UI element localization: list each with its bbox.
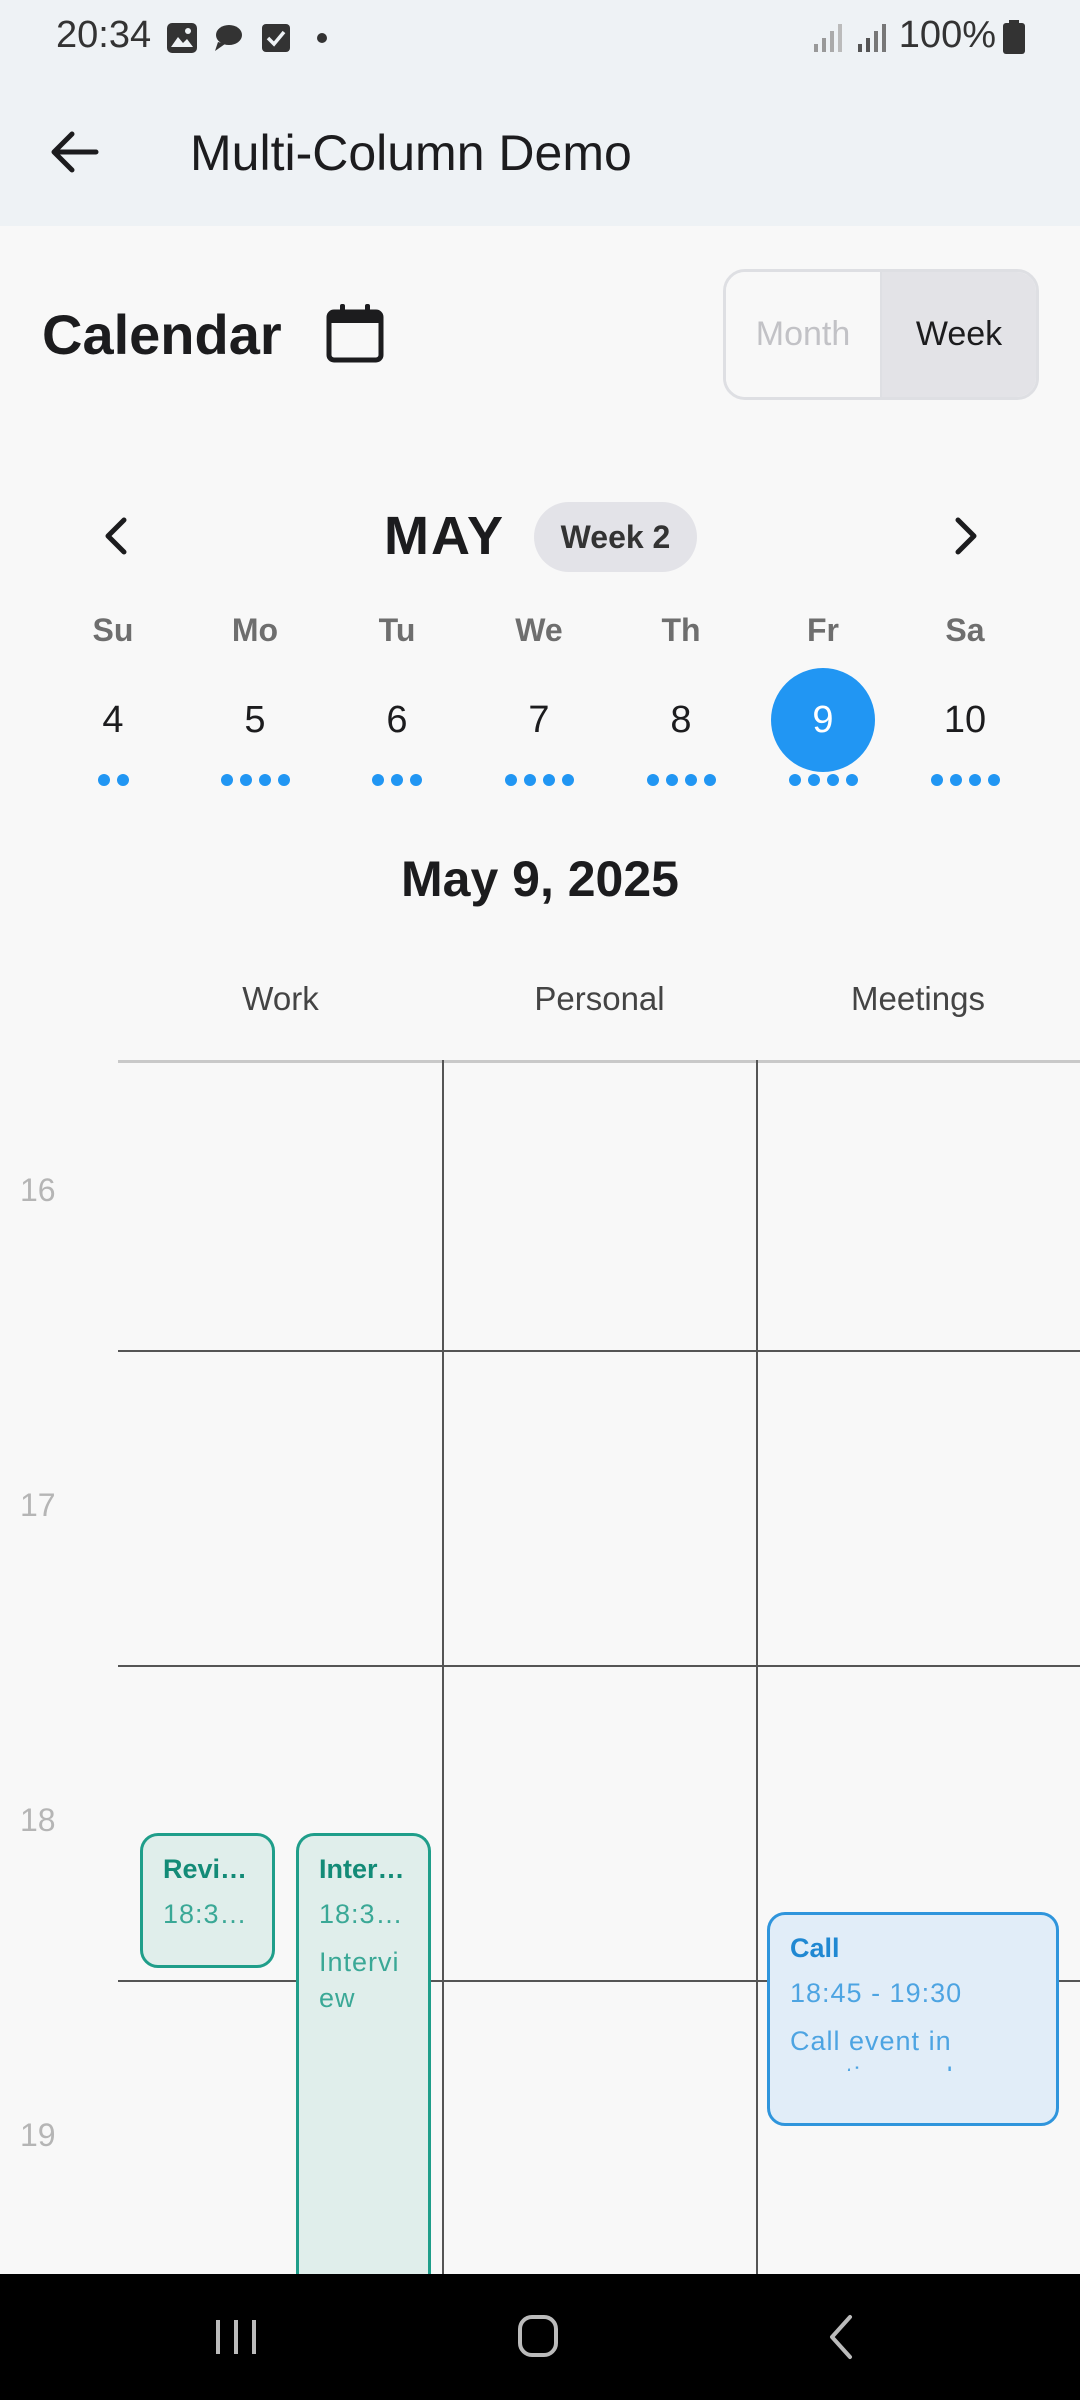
day-number: 7: [528, 698, 550, 741]
event-dots: [42, 774, 184, 786]
event-time: 18:3…: [319, 1899, 404, 1929]
home-icon[interactable]: [507, 2312, 569, 2362]
week-badge: Week 2: [534, 502, 697, 572]
week-days-strip: Su 4 Mo 5 Tu 6 We 7 Th 8 Fr 9 Sa 10: [42, 612, 1042, 802]
battery-icon: [1003, 20, 1025, 54]
day-of-week-label: Fr: [807, 612, 839, 648]
dot-icon: [317, 33, 327, 43]
event-title: Call: [790, 1933, 840, 1963]
chevron-left-icon[interactable]: [96, 512, 136, 560]
grid-column-divider: [756, 1060, 758, 2274]
event-card-interview[interactable]: Inter… 18:3… Intervi ew e…: [296, 1833, 431, 2274]
event-dots: [468, 774, 610, 786]
event-dots: [752, 774, 894, 786]
day-number: 10: [943, 698, 987, 741]
day-number-selected: 9: [771, 668, 875, 772]
day-of-week-label: Th: [661, 612, 701, 648]
event-title: Revi…: [163, 1854, 248, 1884]
grid-hour-line: [118, 1665, 1080, 1667]
back-nav-icon[interactable]: [812, 2312, 872, 2362]
hour-label-19: 19: [20, 2117, 56, 2153]
hour-label-18: 18: [20, 1802, 56, 1838]
event-dots: [326, 774, 468, 786]
checkbox-icon: [262, 24, 290, 52]
gallery-icon: [167, 23, 197, 53]
column-header-meetings: Meetings: [851, 980, 985, 1017]
event-card-call[interactable]: Call 18:45 - 19:30 Call event in meeting…: [767, 1912, 1059, 2126]
app-title: Multi-Column Demo: [190, 125, 632, 181]
column-header-work: Work: [242, 980, 319, 1017]
chat-icon: [215, 25, 242, 51]
calendar-icon[interactable]: [322, 300, 388, 366]
chevron-right-icon[interactable]: [946, 512, 986, 560]
event-description: Call event in meetings colum: [790, 2026, 992, 2071]
month-label: MAY: [384, 506, 506, 566]
event-dots: [894, 774, 1036, 786]
day-of-week-label: Sa: [945, 612, 985, 648]
event-dots: [610, 774, 752, 786]
day-of-week-label: Mo: [231, 612, 279, 648]
system-navigation-bar: [0, 2274, 1080, 2400]
recent-apps-icon[interactable]: [206, 2312, 266, 2362]
selected-date-heading: May 9, 2025: [401, 851, 679, 907]
event-dots: [184, 774, 326, 786]
battery-percent: 100%: [898, 14, 996, 56]
status-bar: 20:34 100%: [0, 0, 1080, 76]
column-header-personal: Personal: [534, 980, 665, 1017]
month-view-button[interactable]: Month: [726, 272, 882, 397]
event-title: Inter…: [319, 1854, 405, 1884]
grid-hour-line: [118, 1350, 1080, 1352]
day-of-week-label: Su: [92, 612, 134, 648]
day-number: 5: [244, 698, 266, 741]
view-toggle: Month Week: [723, 269, 1039, 400]
hour-label-16: 16: [20, 1172, 56, 1208]
day-number: 6: [386, 698, 408, 741]
day-of-week-label: Tu: [378, 612, 416, 648]
day-timeline-grid[interactable]: Revi… 18:3… Inter… 18:3… Intervi ew e… C…: [118, 1060, 1080, 2274]
signal-icon-1: [814, 24, 842, 52]
back-arrow-icon[interactable]: [44, 122, 104, 182]
page-title: Calendar: [42, 303, 282, 366]
event-time: 18:3…: [163, 1899, 248, 1929]
week-view-button[interactable]: Week: [882, 272, 1036, 397]
status-time: 20:34: [56, 14, 152, 56]
day-of-week-label: We: [515, 612, 563, 648]
event-time: 18:45 - 19:30: [790, 1978, 963, 2008]
event-description: Intervi ew e…: [319, 1947, 400, 2013]
signal-icon-2: [858, 24, 886, 52]
day-number: 8: [670, 698, 692, 741]
grid-column-divider: [442, 1060, 444, 2274]
day-number: 4: [102, 698, 124, 741]
top-bar: 20:34 100% Multi-Column Demo: [0, 0, 1080, 226]
hour-label-17: 17: [20, 1487, 56, 1523]
event-card-review[interactable]: Revi… 18:3…: [140, 1833, 275, 1968]
grid-top-divider: [118, 1060, 1080, 1063]
